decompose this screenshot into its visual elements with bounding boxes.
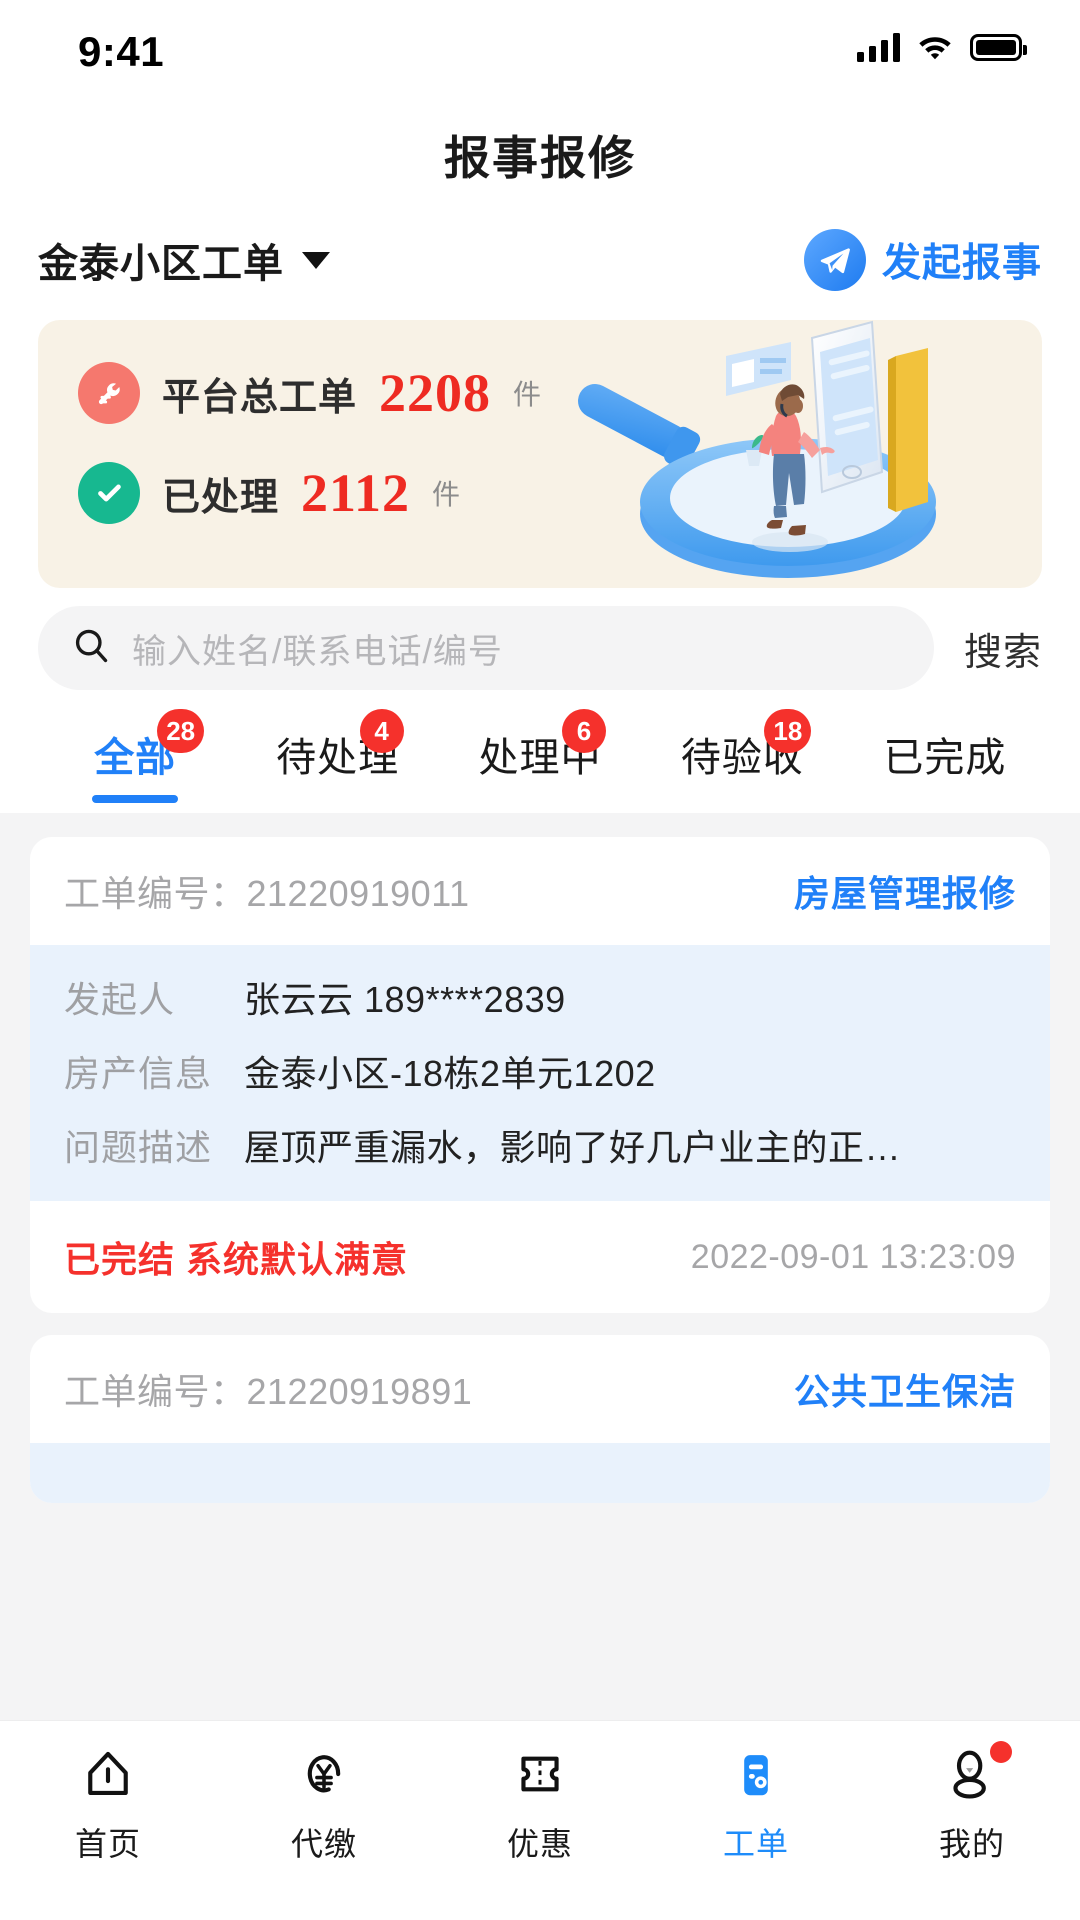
community-selector[interactable]: 金泰小区工单 — [38, 231, 330, 289]
ticket-footer: 已完结 系统默认满意 2022-09-01 13:23:09 — [30, 1201, 1050, 1313]
status-badge: 已完结 系统默认满意 — [64, 1239, 409, 1280]
nav-label: 首页 — [74, 1826, 141, 1862]
field-label: 发起人 — [64, 979, 176, 1020]
yen-payment-icon — [298, 1743, 350, 1805]
tab-badge: 6 — [562, 709, 607, 753]
stats-rows: 平台总工单 2208 件 已处理 2112 件 — [78, 362, 541, 524]
nav-label: 优惠 — [506, 1826, 573, 1862]
stat-label: 平台总工单 — [162, 376, 358, 419]
chevron-down-icon — [302, 251, 330, 269]
tab-awaiting-acceptance[interactable]: 18 待验收 — [641, 709, 843, 813]
nav-item-work-order[interactable]: 工单 — [648, 1743, 864, 1865]
stat-unit: 件 — [432, 479, 461, 510]
search-button[interactable]: 搜索 — [964, 621, 1042, 676]
tab-pending[interactable]: 4 待处理 — [236, 709, 438, 813]
status-filter-tabs: 28 全部 4 待处理 6 处理中 18 待验收 已完成 — [0, 708, 1080, 813]
app-screen: 9:41 报事报修 金泰小区工单 发起报事 平台总工单 2208 件 已处理 2… — [0, 0, 1080, 1920]
tab-underline — [497, 795, 583, 803]
create-report-label: 发起报事 — [881, 242, 1042, 285]
stat-value: 2208 — [379, 363, 492, 423]
status-bar: 9:41 — [0, 0, 1080, 100]
ticket-timestamp: 2022-09-01 13:23:09 — [690, 1237, 1016, 1276]
community-row: 金泰小区工单 发起报事 — [0, 210, 1080, 310]
ticket-body — [30, 1443, 1050, 1503]
ticket-field-property: 房产信息 金泰小区-18栋2单元1202 — [64, 1045, 1016, 1097]
search-row: 输入姓名/联系电话/编号 搜索 — [0, 588, 1080, 708]
bottom-navigation: 首页 代缴 优惠 工单 我的 — [0, 1720, 1080, 1920]
ticket-number: 工单编号：21220919011 — [64, 873, 470, 914]
field-label: 问题描述 — [64, 1127, 213, 1168]
stat-row: 已处理 2112 件 — [78, 462, 541, 524]
status-bar-time: 9:41 — [78, 28, 165, 75]
nav-item-profile[interactable]: 我的 — [864, 1741, 1080, 1865]
field-value: 金泰小区-18栋2单元1202 — [244, 1053, 656, 1094]
check-circle-icon — [78, 462, 140, 524]
tab-underline — [295, 795, 381, 803]
battery-full-icon — [970, 33, 1027, 61]
tab-badge: 28 — [157, 709, 205, 753]
page-title: 报事报修 — [0, 100, 1080, 210]
ticket-field-reporter: 发起人 张云云 189****2839 — [64, 971, 1016, 1023]
nav-label: 工单 — [722, 1826, 789, 1862]
cellular-signal-icon — [857, 32, 900, 62]
tab-badge: 4 — [359, 709, 404, 753]
tab-all[interactable]: 28 全部 — [34, 709, 236, 813]
user-profile-icon — [946, 1741, 1012, 1805]
person-magnifier-phone-illustration — [576, 320, 1036, 588]
ticket-body: 发起人 张云云 189****2839 房产信息 金泰小区-18栋2单元1202… — [30, 945, 1050, 1201]
wrench-icon — [78, 362, 140, 424]
nav-item-home[interactable]: 首页 — [0, 1743, 216, 1865]
tab-underline — [92, 795, 179, 803]
create-report-button[interactable]: 发起报事 — [803, 229, 1042, 291]
stat-unit: 件 — [513, 379, 542, 410]
home-icon — [82, 1743, 134, 1805]
ticket-category[interactable]: 房屋管理报修 — [794, 865, 1016, 917]
coupon-ticket-icon — [514, 1743, 566, 1805]
nav-label: 我的 — [938, 1826, 1005, 1862]
nav-item-coupon[interactable]: 优惠 — [432, 1743, 648, 1865]
ticket-header: 工单编号：21220919891 公共卫生保洁 — [30, 1335, 1050, 1443]
stat-row: 平台总工单 2208 件 — [78, 362, 541, 424]
tab-badge: 18 — [764, 709, 812, 753]
search-placeholder: 输入姓名/联系电话/编号 — [132, 632, 503, 671]
wifi-icon — [916, 32, 954, 62]
stats-card: 平台总工单 2208 件 已处理 2112 件 — [38, 320, 1042, 588]
nav-label: 代缴 — [290, 1826, 357, 1862]
work-order-icon — [730, 1743, 782, 1805]
ticket-header: 工单编号：21220919011 房屋管理报修 — [30, 837, 1050, 945]
ticket-field-description: 问题描述 屋顶严重漏水，影响了好几户业主的正… — [64, 1119, 1016, 1171]
field-label: 房产信息 — [64, 1053, 213, 1094]
stat-value: 2112 — [301, 463, 411, 523]
ticket-list[interactable]: 工单编号：21220919011 房屋管理报修 发起人 张云云 189****2… — [0, 813, 1080, 1720]
notification-dot-badge — [990, 1741, 1012, 1763]
ticket-number: 工单编号：21220919891 — [64, 1371, 473, 1412]
nav-item-payment[interactable]: 代缴 — [216, 1743, 432, 1865]
field-value: 屋顶严重漏水，影响了好几户业主的正… — [244, 1127, 902, 1168]
ticket-card[interactable]: 工单编号：21220919011 房屋管理报修 发起人 张云云 189****2… — [30, 837, 1050, 1313]
field-value: 张云云 189****2839 — [244, 979, 566, 1020]
search-icon — [72, 627, 110, 670]
tab-label: 已完成 — [883, 736, 1007, 780]
status-bar-icons — [857, 32, 1027, 62]
stat-label: 已处理 — [162, 476, 280, 519]
tab-underline — [902, 795, 988, 803]
tab-completed[interactable]: 已完成 — [844, 725, 1046, 813]
search-input[interactable]: 输入姓名/联系电话/编号 — [38, 606, 934, 690]
tab-in-progress[interactable]: 6 处理中 — [439, 709, 641, 813]
tab-underline — [699, 795, 785, 803]
ticket-category[interactable]: 公共卫生保洁 — [794, 1363, 1016, 1415]
page-title-text: 报事报修 — [444, 132, 636, 184]
ticket-card[interactable]: 工单编号：21220919891 公共卫生保洁 — [30, 1335, 1050, 1503]
community-name: 金泰小区工单 — [38, 242, 284, 286]
paper-plane-icon — [803, 229, 866, 291]
